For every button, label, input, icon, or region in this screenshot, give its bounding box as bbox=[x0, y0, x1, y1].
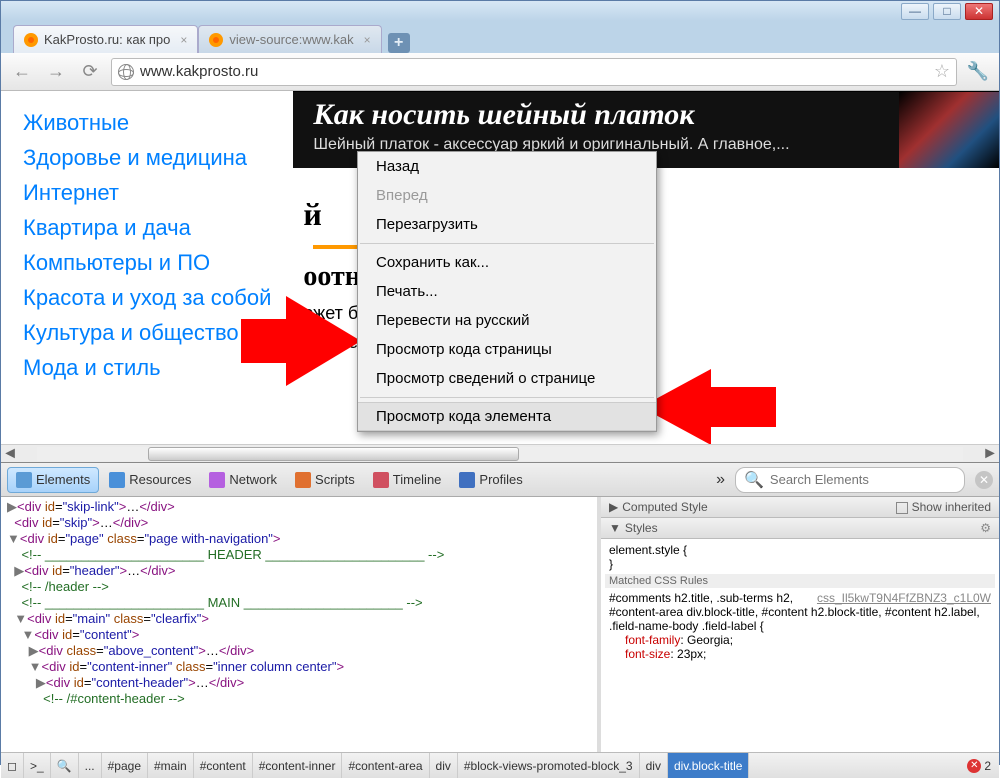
crumb-item[interactable]: #page bbox=[102, 753, 148, 778]
elements-icon bbox=[16, 472, 32, 488]
ctx-save-as[interactable]: Сохранить как... bbox=[358, 248, 656, 277]
reload-button[interactable]: ⟳ bbox=[77, 59, 103, 85]
crumb-item[interactable]: #content-inner bbox=[253, 753, 343, 778]
ctx-inspect-element[interactable]: Просмотр кода элемента bbox=[358, 402, 656, 431]
ctx-separator bbox=[360, 243, 654, 244]
gear-icon[interactable]: ⚙ bbox=[980, 521, 991, 535]
devtools-tab-scripts[interactable]: Scripts bbox=[287, 468, 363, 492]
network-icon bbox=[209, 472, 225, 488]
dock-button[interactable]: ◻ bbox=[1, 753, 24, 778]
ctx-back[interactable]: Назад bbox=[358, 152, 656, 181]
sidebar-link[interactable]: Компьютеры и ПО bbox=[23, 250, 271, 276]
window-titlebar: — □ ✕ bbox=[1, 1, 999, 21]
page-viewport: Животные Здоровье и медицина Интернет Кв… bbox=[1, 91, 999, 444]
devtools-tab-timeline[interactable]: Timeline bbox=[365, 468, 450, 492]
window-minimize-button[interactable]: — bbox=[901, 3, 929, 20]
favicon-icon bbox=[209, 33, 223, 47]
styles-content[interactable]: element.style { } Matched CSS Rules css_… bbox=[601, 539, 999, 665]
crumb-item[interactable]: #block-views-promoted-block_3 bbox=[458, 753, 640, 778]
devtools-dom-tree[interactable]: ▶<div id="skip-link">…</div> <div id="sk… bbox=[1, 497, 601, 752]
scroll-thumb[interactable] bbox=[148, 447, 518, 461]
tab-close-icon[interactable]: × bbox=[180, 33, 187, 47]
url-text: www.kakprosto.ru bbox=[140, 63, 928, 80]
search-icon: 🔍 bbox=[744, 470, 764, 490]
ctx-print[interactable]: Печать... bbox=[358, 277, 656, 306]
browser-toolbar: ← → ⟳ www.kakprosto.ru ☆ 🔧 bbox=[1, 53, 999, 91]
tab-close-icon[interactable]: × bbox=[364, 33, 371, 47]
console-toggle-button[interactable]: >_ bbox=[24, 753, 51, 778]
sidebar-link[interactable]: Здоровье и медицина bbox=[23, 145, 271, 171]
search-toggle-button[interactable]: 🔍 bbox=[51, 753, 79, 778]
crumb-item[interactable]: #main bbox=[148, 753, 194, 778]
matched-rules-header: Matched CSS Rules bbox=[605, 574, 995, 588]
devtools-tab-network[interactable]: Network bbox=[201, 468, 285, 492]
sidebar-link[interactable]: Красота и уход за собой bbox=[23, 285, 271, 311]
sidebar-link[interactable]: Культура и общество bbox=[23, 320, 271, 346]
devtools-search-input[interactable] bbox=[770, 472, 940, 487]
error-indicator[interactable]: ✕ 2 bbox=[967, 759, 991, 773]
globe-icon bbox=[118, 64, 134, 80]
wrench-menu-button[interactable]: 🔧 bbox=[965, 59, 991, 85]
scroll-track[interactable] bbox=[37, 447, 963, 461]
sidebar-link[interactable]: Квартира и дача bbox=[23, 215, 271, 241]
ctx-view-info[interactable]: Просмотр сведений о странице bbox=[358, 364, 656, 393]
new-tab-button[interactable]: + bbox=[388, 33, 410, 53]
scroll-left-icon[interactable]: ◄ bbox=[1, 445, 19, 463]
devtools-tabbar: Elements Resources Network Scripts Timel… bbox=[1, 463, 999, 497]
scripts-icon bbox=[295, 472, 311, 488]
ctx-translate[interactable]: Перевести на русский bbox=[358, 306, 656, 335]
devtools-close-button[interactable]: ✕ bbox=[975, 471, 993, 489]
tab-title: KakProsto.ru: как про bbox=[44, 32, 170, 47]
window-maximize-button[interactable]: □ bbox=[933, 3, 961, 20]
devtools-panel: Elements Resources Network Scripts Timel… bbox=[1, 462, 999, 752]
ctx-separator bbox=[360, 397, 654, 398]
favicon-icon bbox=[24, 33, 38, 47]
sidebar-link[interactable]: Интернет bbox=[23, 180, 271, 206]
styles-header[interactable]: ▼Styles ⚙ bbox=[601, 518, 999, 539]
back-button[interactable]: ← bbox=[9, 59, 35, 85]
bookmark-star-icon[interactable]: ☆ bbox=[934, 61, 950, 82]
address-bar[interactable]: www.kakprosto.ru ☆ bbox=[111, 58, 957, 86]
browser-tab[interactable]: view-source:www.kak × bbox=[198, 25, 381, 53]
ctx-forward: Вперед bbox=[358, 181, 656, 210]
sidebar-link[interactable]: Животные bbox=[23, 110, 271, 136]
computed-style-header[interactable]: ▶Computed Style Show inherited bbox=[601, 497, 999, 518]
horizontal-scrollbar[interactable]: ◄ ► bbox=[1, 444, 999, 462]
tab-strip: KakProsto.ru: как про × view-source:www.… bbox=[1, 21, 999, 53]
devtools-search[interactable]: 🔍 bbox=[735, 467, 965, 493]
devtools-breadcrumb: ◻ >_ 🔍 ... #page #main #content #content… bbox=[1, 752, 999, 778]
devtools-tab-profiles[interactable]: Profiles bbox=[451, 468, 530, 492]
profiles-icon bbox=[459, 472, 475, 488]
context-menu: Назад Вперед Перезагрузить Сохранить как… bbox=[357, 151, 657, 432]
window-close-button[interactable]: ✕ bbox=[965, 3, 993, 20]
ctx-reload[interactable]: Перезагрузить bbox=[358, 210, 656, 239]
resources-icon bbox=[109, 472, 125, 488]
tab-title: view-source:www.kak bbox=[229, 32, 353, 47]
devtools-overflow-button[interactable]: » bbox=[716, 471, 725, 489]
ctx-view-source[interactable]: Просмотр кода страницы bbox=[358, 335, 656, 364]
devtools-tab-resources[interactable]: Resources bbox=[101, 468, 199, 492]
crumb-item[interactable]: div bbox=[430, 753, 458, 778]
crumb-item[interactable]: #content bbox=[194, 753, 253, 778]
show-inherited-checkbox[interactable] bbox=[896, 502, 908, 514]
crumb-item[interactable]: div bbox=[640, 753, 668, 778]
css-source-link[interactable]: css_Il5kwT9N4FfZBNZ3_c1L0W bbox=[817, 591, 991, 605]
crumb-more[interactable]: ... bbox=[79, 753, 102, 778]
devtools-styles-pane: ▶Computed Style Show inherited ▼Styles ⚙… bbox=[601, 497, 999, 752]
crumb-item[interactable]: #content-area bbox=[342, 753, 429, 778]
browser-window: — □ ✕ KakProsto.ru: как про × view-sourc… bbox=[0, 0, 1000, 765]
forward-button[interactable]: → bbox=[43, 59, 69, 85]
timeline-icon bbox=[373, 472, 389, 488]
error-icon: ✕ bbox=[967, 759, 981, 773]
scroll-right-icon[interactable]: ► bbox=[981, 445, 999, 463]
sidebar-link[interactable]: Мода и стиль bbox=[23, 355, 271, 381]
category-sidebar: Животные Здоровье и медицина Интернет Кв… bbox=[1, 91, 293, 444]
hero-title: Как носить шейный платок bbox=[313, 98, 979, 132]
browser-tab-active[interactable]: KakProsto.ru: как про × bbox=[13, 25, 198, 53]
devtools-tab-elements[interactable]: Elements bbox=[7, 467, 99, 493]
hero-image bbox=[899, 92, 999, 168]
crumb-item-selected[interactable]: div.block-title bbox=[668, 753, 749, 778]
